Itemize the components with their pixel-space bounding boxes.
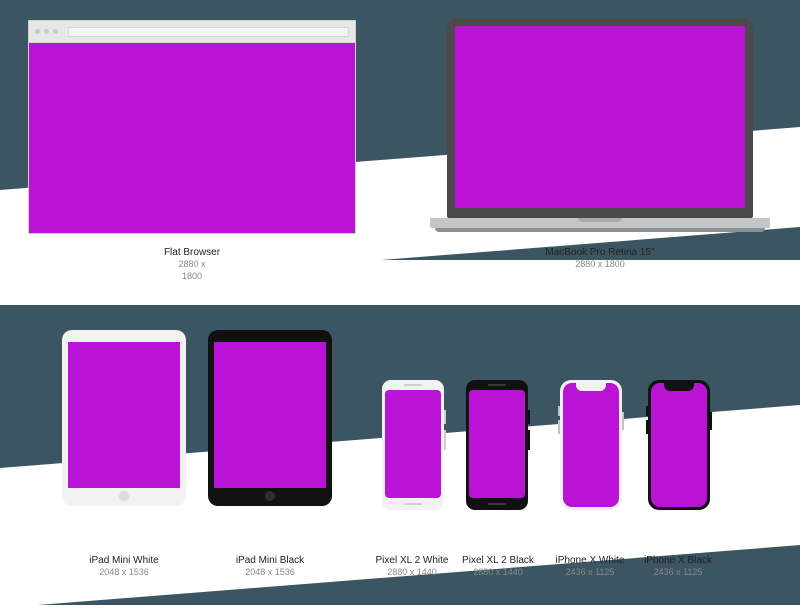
window-dot-icon	[53, 29, 58, 34]
side-button-icon	[646, 406, 648, 416]
mockup-ipad-mini-black	[208, 330, 332, 506]
device-name: iPhone X Black	[628, 554, 728, 567]
ipad-screen	[68, 342, 180, 488]
device-dimensions: 2880 x 1800	[28, 259, 356, 282]
device-name: iPad Mini Black	[190, 554, 350, 567]
browser-titlebar	[29, 21, 355, 43]
side-button-icon	[558, 420, 560, 434]
side-button-icon	[558, 406, 560, 416]
macbook-foot	[435, 228, 765, 232]
notch-icon	[576, 383, 606, 391]
mockup-iphone-x-black	[648, 380, 710, 510]
speaker-icon	[488, 384, 506, 386]
label-ipad-black: iPad Mini Black 2048 x 1536	[190, 554, 350, 579]
device-dimensions: 2880 x 1800	[430, 259, 770, 271]
speaker-icon	[404, 384, 422, 386]
side-button-icon	[444, 410, 446, 424]
mockup-flat-browser	[28, 20, 356, 234]
device-dimensions: 2880 x 1440	[448, 567, 548, 579]
label-iphonex-white: iPhone X White 2436 x 1125	[540, 554, 640, 579]
home-button-icon	[265, 491, 275, 501]
browser-url-bar	[68, 27, 349, 37]
mockup-macbook-pro	[430, 18, 770, 232]
home-button-icon	[119, 491, 129, 501]
side-button-icon	[710, 412, 712, 430]
label-pixel-black: Pixel XL 2 Black 2880 x 1440	[448, 554, 548, 579]
macbook-base	[430, 218, 770, 228]
device-dimensions: 2048 x 1536	[44, 567, 204, 579]
pixel-screen	[385, 390, 441, 498]
macbook-lid	[447, 18, 753, 218]
mockup-pixel-xl2-black	[466, 380, 528, 510]
device-name: MacBook Pro Retina 15"	[430, 246, 770, 259]
label-ipad-white: iPad Mini White 2048 x 1536	[44, 554, 204, 579]
speaker-icon	[488, 503, 506, 505]
label-macbook: MacBook Pro Retina 15" 2880 x 1800	[430, 246, 770, 271]
iphonex-screen	[563, 383, 619, 507]
browser-viewport	[29, 43, 355, 233]
mockup-ipad-mini-white	[62, 330, 186, 506]
device-dimensions: 2436 x 1125	[540, 567, 640, 579]
device-name: iPhone X White	[540, 554, 640, 567]
label-iphonex-black: iPhone X Black 2436 x 1125	[628, 554, 728, 579]
notch-icon	[664, 383, 694, 391]
window-dot-icon	[44, 29, 49, 34]
window-dot-icon	[35, 29, 40, 34]
device-name: Flat Browser	[28, 246, 356, 259]
side-button-icon	[646, 420, 648, 434]
macbook-screen	[455, 26, 745, 208]
iphonex-screen	[651, 383, 707, 507]
side-button-icon	[528, 410, 530, 424]
device-dimensions: 2436 x 1125	[628, 567, 728, 579]
device-name: Pixel XL 2 White	[362, 554, 462, 567]
device-name: Pixel XL 2 Black	[448, 554, 548, 567]
device-name: iPad Mini White	[44, 554, 204, 567]
mockup-pixel-xl2-white	[382, 380, 444, 510]
side-button-icon	[444, 430, 446, 450]
pixel-screen	[469, 390, 525, 498]
device-dimensions: 2880 x 1440	[362, 567, 462, 579]
label-flat-browser: Flat Browser 2880 x 1800	[28, 246, 356, 282]
device-dimensions: 2048 x 1536	[190, 567, 350, 579]
mockup-iphone-x-white	[560, 380, 622, 510]
label-pixel-white: Pixel XL 2 White 2880 x 1440	[362, 554, 462, 579]
side-button-icon	[622, 412, 624, 430]
mockup-gallery: Flat Browser 2880 x 1800 MacBook Pro Ret…	[0, 0, 800, 600]
side-button-icon	[528, 430, 530, 450]
speaker-icon	[404, 503, 422, 505]
ipad-screen	[214, 342, 326, 488]
